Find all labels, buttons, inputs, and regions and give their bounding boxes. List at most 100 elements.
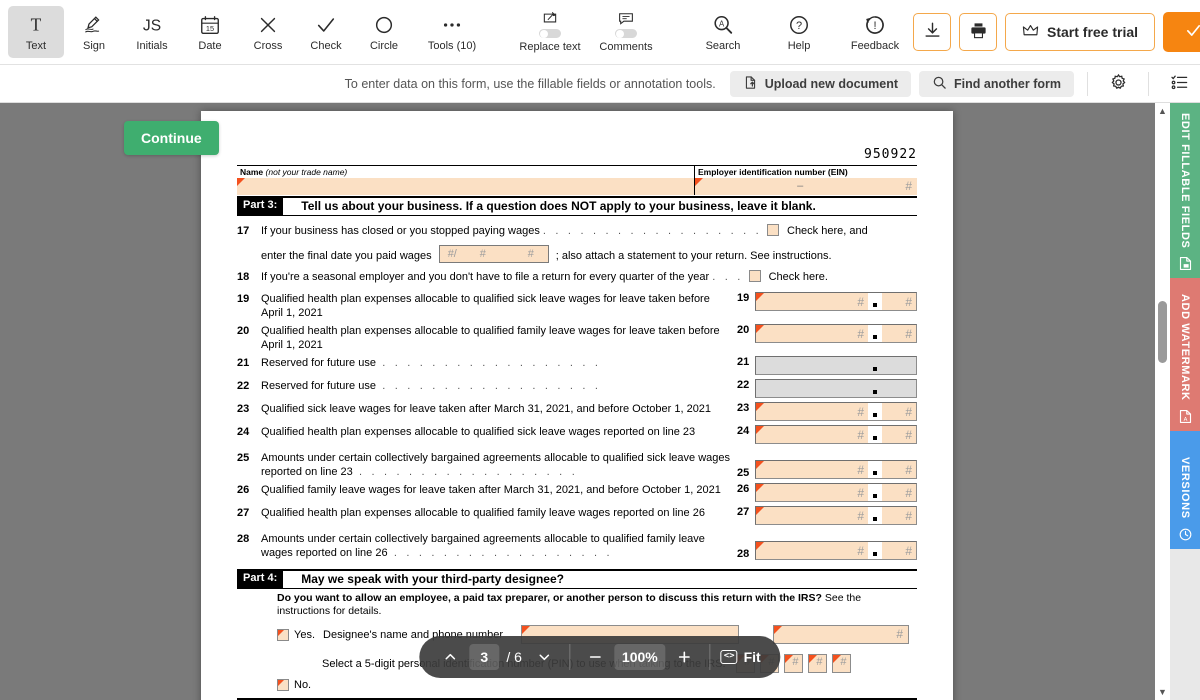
line-18-checkbox[interactable] xyxy=(748,270,761,282)
scroll-down-arrow[interactable]: ▼ xyxy=(1158,684,1167,700)
sidebar-tab-add-watermark[interactable]: A ADD WATERMARK xyxy=(1170,278,1200,431)
ein-field[interactable]: – # xyxy=(695,178,917,195)
cross-icon xyxy=(257,13,279,37)
date-year-hash: # xyxy=(527,248,534,260)
amount-field[interactable]: # # xyxy=(755,402,917,421)
dot-leader: . . . . . . . . . . . . . . . . . . xyxy=(387,547,613,559)
line-17-checkbox[interactable] xyxy=(766,224,779,236)
tool-text-label: Text xyxy=(25,39,47,52)
zoom-level-value[interactable]: 100% xyxy=(613,644,666,670)
tool-replace-text-label: Replace text xyxy=(519,40,581,53)
form-941-part3: 950922 Name (not your trade name) Employ… xyxy=(237,147,917,700)
zoom-in-button[interactable] xyxy=(670,642,700,672)
pin-digit-box[interactable]: # xyxy=(783,654,803,673)
tool-initials[interactable]: JS Initials xyxy=(124,6,180,58)
chevron-down-icon xyxy=(539,654,549,661)
tool-text[interactable]: T Text xyxy=(8,6,64,58)
document-scrollbar[interactable]: ▲ ▼ xyxy=(1155,103,1170,700)
svg-text:A: A xyxy=(1183,417,1187,423)
previous-page-button[interactable] xyxy=(435,642,465,672)
tool-date-label: Date xyxy=(198,39,222,52)
final-date-field[interactable]: #/ # # xyxy=(438,245,549,263)
designee-no-checkbox[interactable] xyxy=(277,679,289,691)
designee-phone-field[interactable]: # xyxy=(773,625,910,644)
cents-hash: # xyxy=(905,463,912,477)
tool-circle[interactable]: Circle xyxy=(356,6,412,58)
amount-line-number-right: 23 xyxy=(737,402,750,414)
amount-field[interactable]: # # xyxy=(755,324,917,343)
fields-list-button[interactable] xyxy=(1162,69,1196,99)
gear-icon xyxy=(1109,73,1128,95)
tool-more-tools-label: Tools (10) xyxy=(427,39,477,52)
amount-cents: # xyxy=(882,403,916,420)
sidebar-tab-edit-fillable-fields[interactable]: EDIT FILLABLE FIELDS xyxy=(1170,103,1200,278)
continue-button[interactable]: Continue xyxy=(124,121,219,155)
tool-comments[interactable]: Comments xyxy=(589,6,663,58)
zoom-out-button[interactable] xyxy=(580,642,610,672)
amount-field[interactable]: # # xyxy=(755,541,917,560)
tool-sign[interactable]: Sign xyxy=(66,6,122,58)
fillable-fields-icon xyxy=(1178,256,1193,271)
amount-field[interactable]: # # xyxy=(755,425,917,444)
pin-digit-box[interactable]: # xyxy=(807,654,827,673)
amount-field[interactable]: # # xyxy=(755,292,917,311)
designee-yes-checkbox[interactable] xyxy=(277,628,289,641)
pdf-page[interactable]: 950922 Name (not your trade name) Employ… xyxy=(201,111,953,700)
tool-date[interactable]: 15 Date xyxy=(182,6,238,58)
fit-button[interactable]: <> Fit xyxy=(711,649,775,665)
next-page-button[interactable] xyxy=(529,642,559,672)
name-field[interactable] xyxy=(237,178,694,195)
sign-icon xyxy=(83,13,105,37)
settings-button[interactable] xyxy=(1101,69,1135,99)
start-free-trial-button[interactable]: Start free trial xyxy=(1005,13,1156,51)
amount-line-number: 28 xyxy=(237,533,250,545)
tool-more-tools[interactable]: Tools (10) xyxy=(414,6,490,58)
svg-text:T: T xyxy=(31,14,42,34)
download-button[interactable] xyxy=(913,13,951,51)
designee-yes-label: Yes. xyxy=(294,628,316,641)
scrollbar-thumb[interactable] xyxy=(1158,301,1167,363)
tool-feedback-label: Feedback xyxy=(850,39,900,52)
print-button[interactable] xyxy=(959,13,997,51)
tool-search[interactable]: A Search xyxy=(686,6,760,58)
feedback-icon: ! xyxy=(864,13,886,37)
amount-field[interactable]: # # xyxy=(755,483,917,502)
dot-leader: . . . . . . . . . . . . . . . . . . xyxy=(375,357,602,369)
line-17-date-text: enter the final date you paid wages #/ #… xyxy=(261,245,917,263)
scroll-up-arrow[interactable]: ▲ xyxy=(1158,103,1167,119)
done-button[interactable]: DONE xyxy=(1163,12,1200,52)
document-viewer[interactable]: Continue 950922 Name (not your trade nam… xyxy=(0,103,1200,700)
tool-check[interactable]: Check xyxy=(298,6,354,58)
tool-help[interactable]: ? Help xyxy=(762,6,836,58)
amount-line: 20 Qualified health plan expenses allocab… xyxy=(237,324,917,352)
amount-line-label: Qualified health plan expenses allocable… xyxy=(261,507,705,519)
amount-cents xyxy=(882,357,916,374)
line-18-number: 18 xyxy=(237,271,250,283)
comments-toggle[interactable] xyxy=(615,28,637,38)
sidebar-tab-versions[interactable]: VERSIONS xyxy=(1170,431,1200,549)
amount-field[interactable]: # # xyxy=(755,460,917,479)
tool-search-label: Search xyxy=(705,39,741,52)
viewer-left-gutter xyxy=(0,103,201,700)
amount-field[interactable]: # # xyxy=(755,506,917,525)
ein-cell: Employer identification number (EIN) – # xyxy=(695,166,917,195)
tool-cross[interactable]: Cross xyxy=(240,6,296,58)
chevron-up-icon xyxy=(445,653,456,660)
part4-body: Do you want to allow an employee, a paid… xyxy=(277,592,862,617)
amount-line-number-right: 26 xyxy=(737,483,750,495)
tool-replace-text[interactable]: Replace text xyxy=(513,6,587,58)
replace-text-toggle[interactable] xyxy=(539,28,561,38)
amount-line-number: 26 xyxy=(237,484,250,496)
dot-leader: . . . . . . . . . . . . . . . . . . xyxy=(352,466,578,478)
amount-field-disabled xyxy=(755,379,917,398)
amount-line-number: 22 xyxy=(237,380,250,392)
watermark-icon: A xyxy=(1178,409,1193,424)
current-page-input[interactable]: 3 xyxy=(469,644,500,670)
tool-feedback[interactable]: ! Feedback xyxy=(838,6,912,58)
upload-new-document-button[interactable]: Upload new document xyxy=(729,70,912,97)
pin-digit-box[interactable]: # xyxy=(831,654,851,673)
find-another-form-button[interactable]: Find another form xyxy=(919,70,1074,97)
replace-text-icon xyxy=(539,11,561,38)
help-icon: ? xyxy=(788,13,810,37)
search-icon: A xyxy=(712,13,734,37)
